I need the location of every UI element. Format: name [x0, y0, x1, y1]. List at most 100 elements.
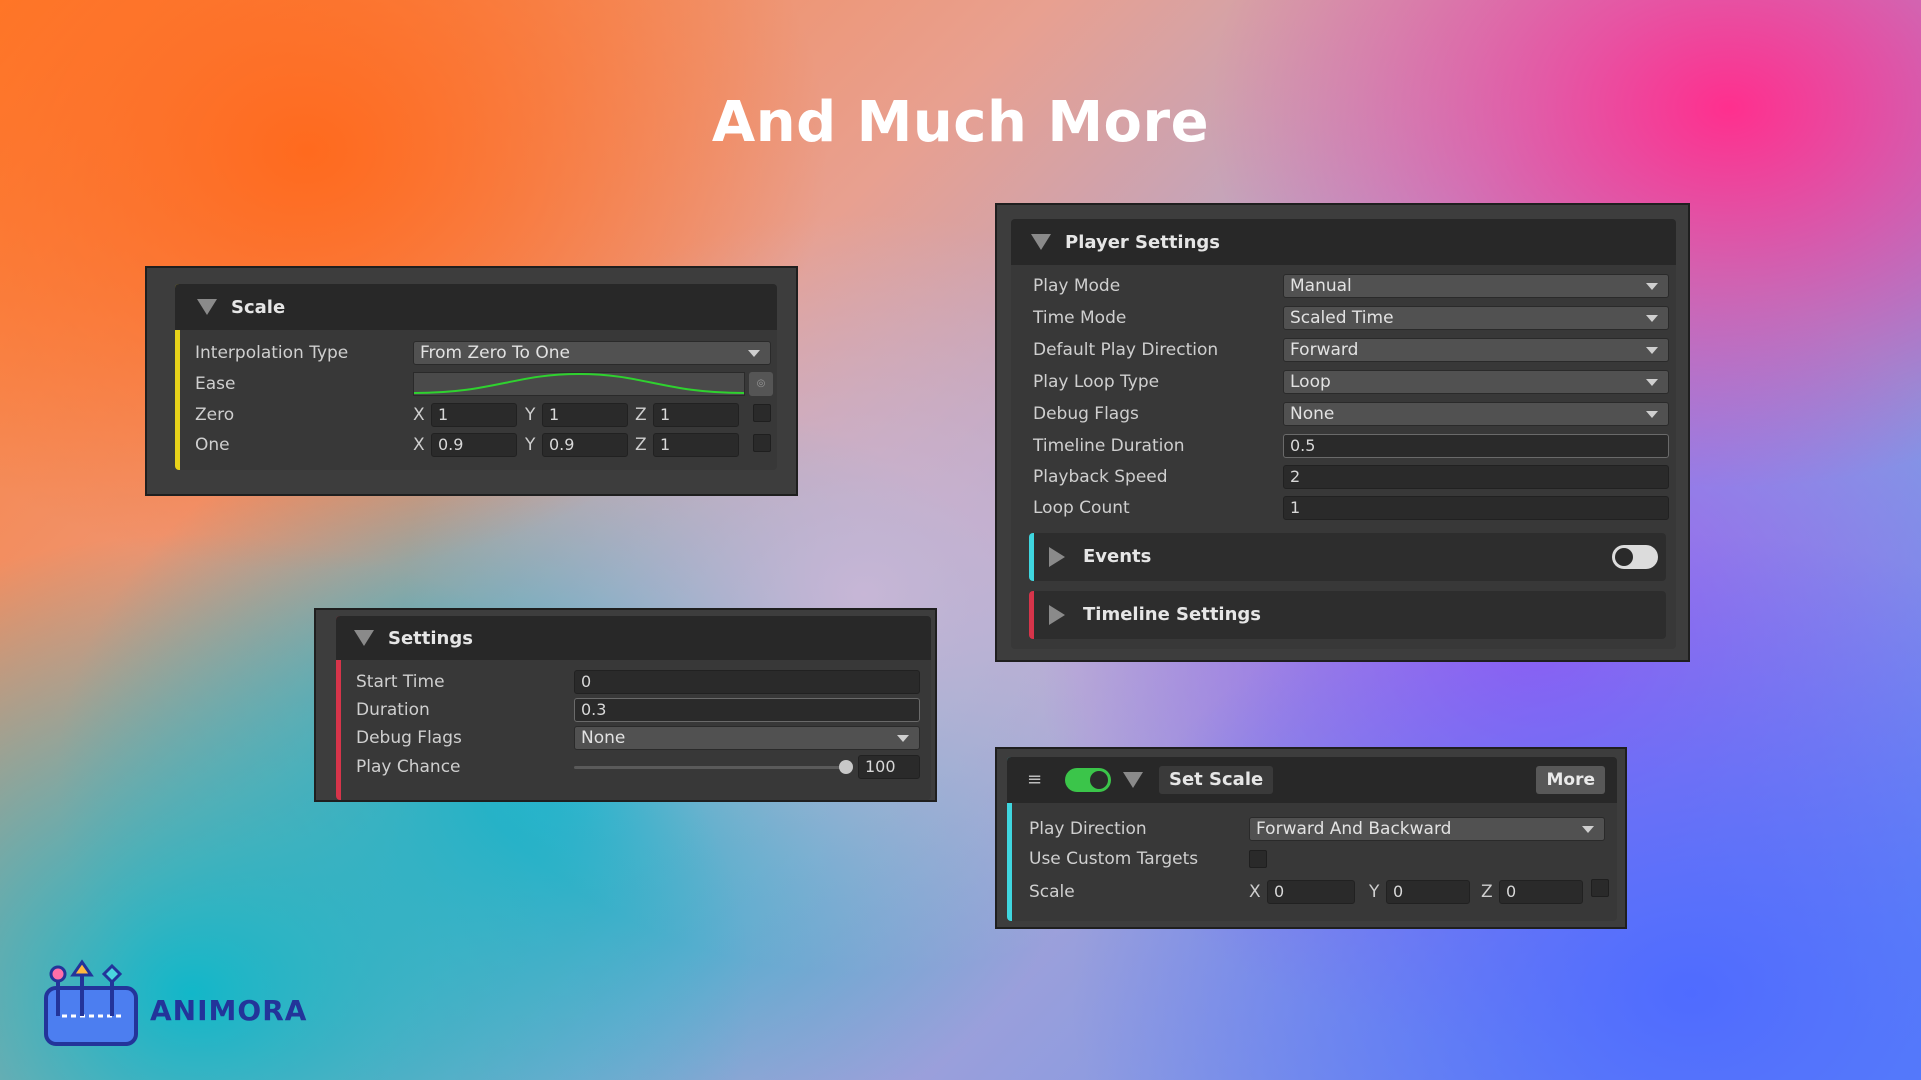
play-chance-row: Play Chance 100: [336, 754, 931, 780]
one-x-field[interactable]: 0.9: [431, 433, 517, 457]
zero-x-axis-label: X: [413, 405, 425, 425]
default-play-direction-label: Default Play Direction: [1033, 340, 1219, 360]
zero-y-field[interactable]: 1: [542, 403, 628, 427]
collapse-triangle-icon[interactable]: [354, 630, 374, 646]
duration-row: Duration 0.3: [336, 697, 931, 723]
player-settings-header-label: Player Settings: [1065, 231, 1221, 253]
chevron-down-icon: [1646, 347, 1658, 354]
play-loop-type-row: Play Loop Type Loop: [1011, 369, 1676, 395]
zero-x-field[interactable]: 1: [431, 403, 517, 427]
play-direction-value: Forward And Backward: [1256, 819, 1452, 839]
set-scale-header[interactable]: ≡ Set Scale More: [1007, 757, 1617, 803]
scale-header[interactable]: Scale: [175, 284, 777, 330]
set-scale-enable-toggle[interactable]: [1065, 768, 1111, 792]
scale-z-field[interactable]: 0: [1499, 880, 1583, 904]
use-custom-targets-row: Use Custom Targets: [1007, 846, 1617, 872]
zero-z-axis-label: Z: [635, 405, 647, 425]
expand-triangle-icon[interactable]: [1049, 605, 1065, 625]
brand-name: ANIMORA: [150, 994, 308, 1027]
timeline-settings-accent-bar: [1029, 591, 1034, 639]
events-section[interactable]: Events: [1029, 533, 1666, 581]
play-loop-type-label: Play Loop Type: [1033, 372, 1160, 392]
scale-lock-checkbox[interactable]: [1591, 879, 1609, 897]
chevron-down-icon: [1646, 411, 1658, 418]
drag-handle-icon[interactable]: ≡: [1027, 769, 1042, 790]
play-mode-dropdown[interactable]: Manual: [1283, 274, 1669, 298]
one-y-field[interactable]: 0.9: [542, 433, 628, 457]
time-mode-dropdown[interactable]: Scaled Time: [1283, 306, 1669, 330]
default-play-direction-row: Default Play Direction Forward: [1011, 337, 1676, 363]
start-time-row: Start Time 0: [336, 669, 931, 695]
scale-label: Scale: [1029, 882, 1075, 902]
scale-y-field[interactable]: 0: [1386, 880, 1470, 904]
expand-triangle-icon[interactable]: [1049, 547, 1065, 567]
use-custom-targets-checkbox[interactable]: [1249, 850, 1267, 868]
collapse-triangle-icon[interactable]: [197, 299, 217, 315]
duration-label: Duration: [356, 700, 430, 720]
player-settings-header[interactable]: Player Settings: [1011, 219, 1676, 265]
time-mode-label: Time Mode: [1033, 308, 1127, 328]
events-label: Events: [1083, 546, 1152, 567]
zero-z-field[interactable]: 1: [653, 403, 739, 427]
set-scale-header-label: Set Scale: [1169, 769, 1264, 790]
enable-toggle-knob: [1090, 771, 1108, 789]
start-time-field[interactable]: 0: [574, 670, 920, 694]
player-settings-panel: Player Settings Play Mode Manual Time Mo…: [995, 203, 1690, 662]
scale-x-axis-label: X: [1249, 882, 1261, 902]
playback-speed-row: Playback Speed 2: [1011, 464, 1676, 490]
debug-flags-value: None: [581, 728, 626, 748]
set-scale-title-box[interactable]: Set Scale: [1159, 766, 1274, 794]
start-time-label: Start Time: [356, 672, 445, 692]
timeline-duration-field[interactable]: 0.5: [1283, 434, 1669, 458]
ease-curve-line: [414, 373, 744, 394]
chevron-down-icon: [1646, 379, 1658, 386]
timeline-settings-label: Timeline Settings: [1083, 604, 1262, 625]
player-debug-flags-dropdown[interactable]: None: [1283, 402, 1669, 426]
one-z-field[interactable]: 1: [653, 433, 739, 457]
collapse-triangle-icon[interactable]: [1031, 234, 1051, 250]
play-loop-type-dropdown[interactable]: Loop: [1283, 370, 1669, 394]
default-play-direction-value: Forward: [1290, 340, 1359, 360]
scale-x-field[interactable]: 0: [1267, 880, 1355, 904]
play-direction-dropdown[interactable]: Forward And Backward: [1249, 817, 1605, 841]
interpolation-type-value: From Zero To One: [420, 343, 570, 363]
debug-flags-row: Debug Flags None: [336, 725, 931, 751]
time-mode-value: Scaled Time: [1290, 308, 1394, 328]
zero-label: Zero: [195, 405, 235, 425]
interpolation-type-label: Interpolation Type: [195, 343, 349, 363]
events-toggle-knob: [1615, 548, 1633, 566]
duration-field[interactable]: 0.3: [574, 698, 920, 722]
ease-curve-field[interactable]: [413, 372, 745, 396]
play-mode-value: Manual: [1290, 276, 1352, 296]
debug-flags-dropdown[interactable]: None: [574, 726, 920, 750]
more-button[interactable]: More: [1536, 766, 1605, 794]
use-custom-targets-label: Use Custom Targets: [1029, 849, 1199, 869]
one-lock-checkbox[interactable]: [753, 434, 771, 452]
settings-header-label: Settings: [388, 627, 473, 649]
scale-panel: Scale Interpolation Type From Zero To On…: [145, 266, 798, 496]
playback-speed-field[interactable]: 2: [1283, 465, 1669, 489]
events-toggle[interactable]: [1612, 545, 1658, 569]
zero-lock-checkbox[interactable]: [753, 404, 771, 422]
ease-label: Ease: [195, 374, 236, 394]
play-chance-slider-thumb[interactable]: [839, 760, 853, 774]
interpolation-type-row: Interpolation Type From Zero To One: [175, 340, 777, 366]
loop-count-field[interactable]: 1: [1283, 496, 1669, 520]
settings-header[interactable]: Settings: [336, 616, 931, 660]
play-chance-slider-track[interactable]: [574, 766, 846, 769]
timeline-duration-label: Timeline Duration: [1033, 436, 1185, 456]
ease-options-button[interactable]: ◎: [749, 372, 773, 396]
default-play-direction-dropdown[interactable]: Forward: [1283, 338, 1669, 362]
page-title: And Much More: [711, 90, 1210, 155]
time-mode-row: Time Mode Scaled Time: [1011, 305, 1676, 331]
interpolation-type-dropdown[interactable]: From Zero To One: [413, 341, 771, 365]
play-chance-field[interactable]: 100: [858, 755, 920, 779]
chevron-down-icon: [1646, 283, 1658, 290]
play-chance-label: Play Chance: [356, 757, 461, 777]
one-label: One: [195, 435, 230, 455]
play-mode-row: Play Mode Manual: [1011, 273, 1676, 299]
settings-dot-icon: ◎: [756, 378, 766, 389]
timeline-settings-section[interactable]: Timeline Settings: [1029, 591, 1666, 639]
one-z-axis-label: Z: [635, 435, 647, 455]
collapse-triangle-icon[interactable]: [1123, 772, 1143, 788]
